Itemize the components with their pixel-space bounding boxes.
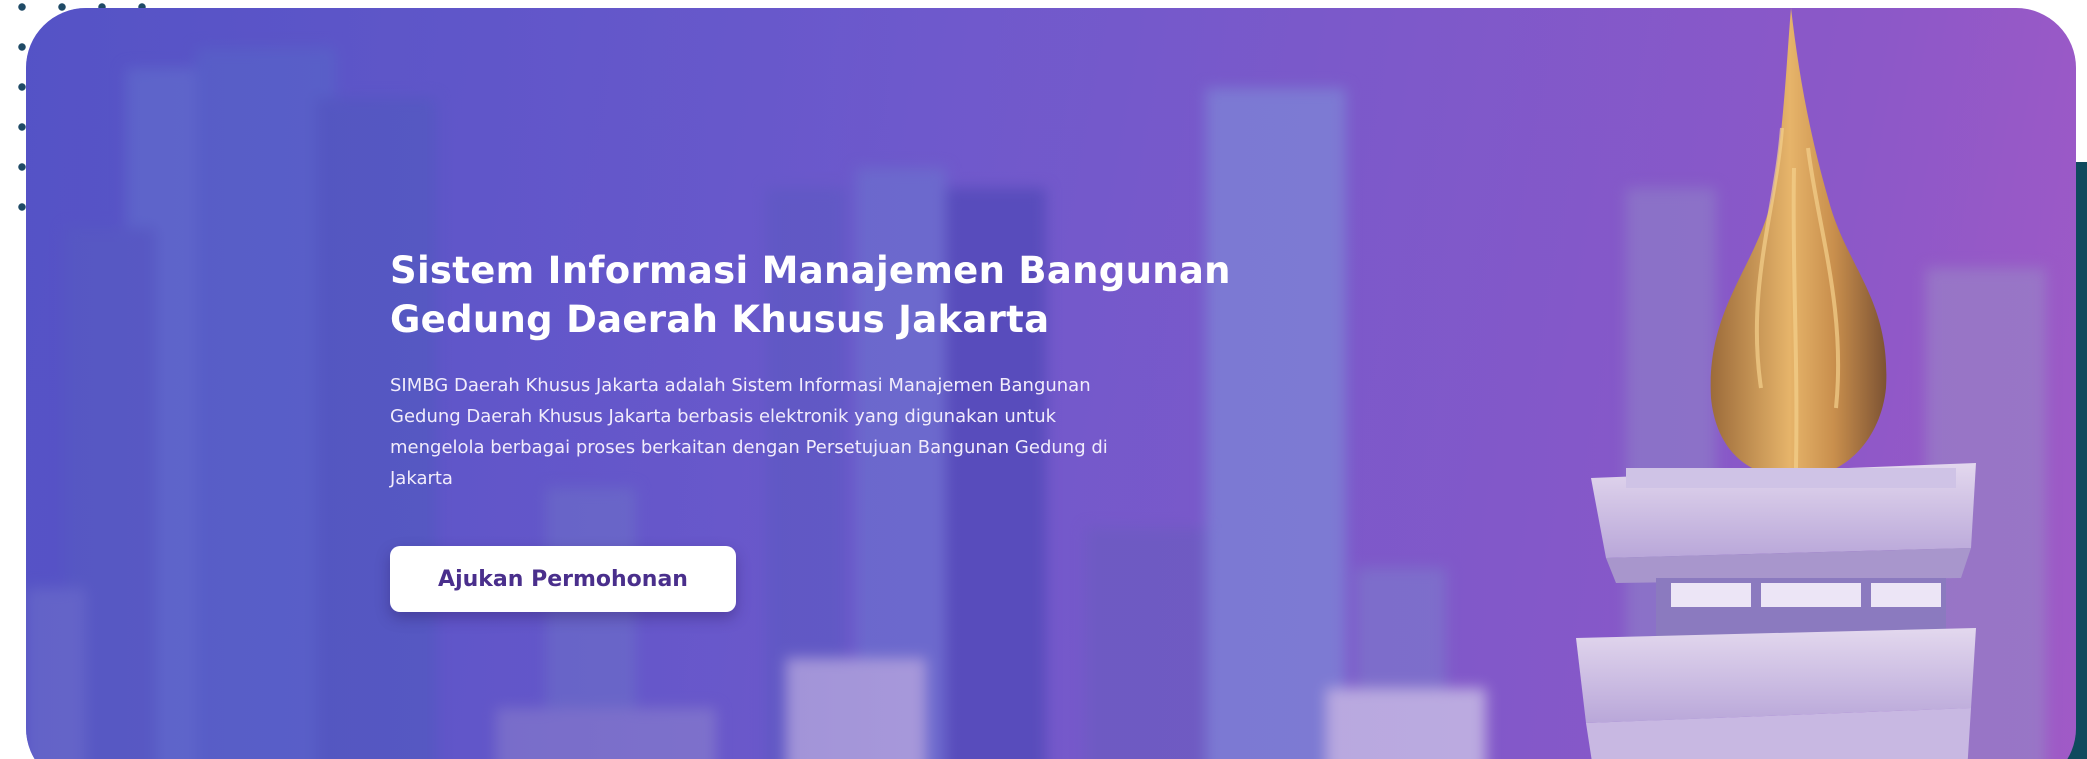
hero-description-line: mengelola berbagai proses berkaitan deng… bbox=[390, 437, 1108, 458]
hero-title-line: Gedung Daerah Khusus Jakarta bbox=[390, 298, 1050, 341]
hero-description: SIMBG Daerah Khusus Jakarta adalah Siste… bbox=[390, 370, 1250, 494]
hero-title-line: Sistem Informasi Manajemen Bangunan bbox=[390, 249, 1231, 292]
submit-application-button[interactable]: Ajukan Permohonan bbox=[390, 546, 736, 612]
hero-banner: Sistem Informasi Manajemen Bangunan Gedu… bbox=[26, 8, 2076, 759]
page: Sistem Informasi Manajemen Bangunan Gedu… bbox=[0, 0, 2087, 759]
hero-description-line: Jakarta bbox=[390, 468, 453, 489]
hero-description-line: Gedung Daerah Khusus Jakarta berbasis el… bbox=[390, 406, 1057, 427]
hero-title: Sistem Informasi Manajemen Bangunan Gedu… bbox=[390, 246, 1290, 344]
hero-description-line: SIMBG Daerah Khusus Jakarta adalah Siste… bbox=[390, 375, 1091, 396]
monument-tower-image bbox=[1576, 8, 1976, 759]
hero-content: Sistem Informasi Manajemen Bangunan Gedu… bbox=[390, 246, 1290, 612]
